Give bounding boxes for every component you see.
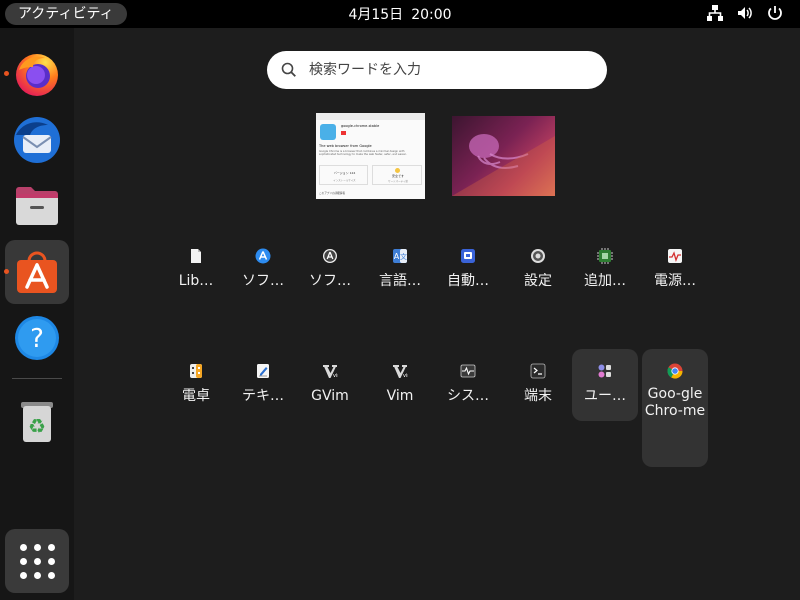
workspace-thumbnail-1[interactable]: google-chrome-stable The web browser fro… [316, 113, 425, 199]
app-software-updater[interactable]: ソフ… [297, 234, 363, 306]
dock-item-files[interactable] [5, 174, 69, 238]
ws-card-2: 安全です サードパーティ製 [372, 165, 422, 185]
dock-item-firefox[interactable] [4, 42, 69, 106]
ws-app-name: google-chrome-stable [341, 124, 380, 128]
app-settings[interactable]: 設定 [505, 234, 571, 306]
app-text-editor[interactable]: テキ… [230, 349, 296, 421]
app-label: Goo-gle Chro-me [644, 386, 706, 419]
svg-text:vim: vim [403, 373, 408, 379]
settings-icon [531, 249, 545, 263]
app-label: 電源… [654, 273, 696, 289]
app-calculator[interactable]: 電卓 [163, 349, 229, 421]
power-stats-icon [668, 249, 682, 263]
ws-app-desc: Google Chrome is a browser that combines… [319, 150, 407, 157]
workspace-thumbnail-2[interactable] [452, 116, 555, 196]
clock-date: 4月15日 [348, 7, 404, 23]
app-folder-utilities[interactable]: ユー… [572, 349, 638, 421]
app-label: ユー… [584, 388, 626, 404]
app-label: 追加… [584, 273, 626, 289]
trash-icon: ♻ [21, 402, 53, 442]
show-apps-icon [19, 543, 27, 551]
app-label: 電卓 [182, 388, 210, 404]
dock-separator [12, 378, 62, 379]
svg-text:文: 文 [400, 252, 407, 261]
ws-footer: このアプリの詳細情報 [319, 192, 345, 195]
app-google-chrome[interactable]: Goo-gle Chro-me [642, 349, 708, 467]
search-input[interactable] [309, 57, 589, 83]
app-startup[interactable]: 自動… [435, 234, 501, 306]
top-bar: アクティビティ 4月15日 20:00 [0, 0, 800, 28]
chrome-app-icon [320, 124, 336, 140]
app-label: ソフ… [242, 273, 284, 289]
app-store-icon [255, 248, 271, 264]
document-icon [191, 249, 201, 263]
app-power-statistics[interactable]: 電源… [642, 234, 708, 306]
app-language[interactable]: A文 言語… [367, 234, 433, 306]
utilities-icon [598, 364, 611, 378]
language-icon: A文 [393, 249, 407, 263]
files-icon [16, 187, 58, 225]
app-software[interactable]: ソフ… [230, 234, 296, 306]
network-icon[interactable] [706, 4, 724, 22]
app-label: 言語… [379, 273, 421, 289]
app-center-icon [17, 251, 57, 293]
svg-text:♻: ♻ [28, 414, 46, 438]
app-label: 自動… [447, 273, 489, 289]
svg-text:?: ? [30, 324, 44, 354]
app-libreoffice[interactable]: Lib… [163, 234, 229, 306]
show-apps-button[interactable] [5, 529, 69, 593]
search-icon [281, 62, 296, 77]
svg-text:A: A [394, 252, 400, 261]
vim-icon: vim [393, 365, 408, 379]
app-gvim[interactable]: vim GVim [297, 349, 363, 421]
calculator-icon [190, 364, 202, 378]
text-editor-icon [257, 364, 269, 378]
ws-app-subtitle: The web browser from Google [319, 144, 372, 148]
ws-card-1: バージョン 124 インストールサイズ [319, 165, 368, 185]
app-label: テキ… [242, 388, 284, 404]
power-icon[interactable] [766, 4, 784, 22]
app-terminal[interactable]: 端末 [505, 349, 571, 421]
app-additional-drivers[interactable]: 追加… [572, 234, 638, 306]
running-indicator [4, 71, 9, 76]
system-tray[interactable] [706, 4, 784, 22]
system-monitor-icon [460, 364, 476, 378]
volume-icon[interactable] [736, 4, 754, 22]
running-indicator [4, 269, 9, 274]
search-bar[interactable] [267, 51, 607, 89]
app-system-monitor[interactable]: シス… [435, 349, 501, 421]
app-label: シス… [447, 388, 489, 404]
drivers-icon [597, 248, 613, 264]
help-icon: ? [15, 316, 59, 360]
jellyfish-wallpaper [452, 134, 555, 196]
chrome-icon [667, 363, 683, 379]
thunderbird-icon [14, 117, 60, 163]
app-vim[interactable]: vim Vim [367, 349, 433, 421]
dock-item-trash[interactable]: ♻ [5, 388, 69, 452]
app-label: ソフ… [309, 273, 351, 289]
dock-item-help[interactable]: ? [5, 306, 69, 370]
app-label: Vim [386, 388, 414, 404]
svg-text:vim: vim [333, 373, 338, 379]
startup-apps-icon [461, 249, 475, 263]
dock: ? ♻ [0, 28, 74, 600]
dock-item-thunderbird[interactable] [5, 108, 69, 172]
software-updater-icon [323, 249, 337, 263]
app-label: GVim [311, 388, 349, 404]
terminal-icon [530, 363, 546, 379]
clock-time: 20:00 [411, 7, 452, 23]
firefox-icon [16, 54, 58, 96]
gvim-icon: vim [323, 365, 338, 379]
app-label: 設定 [524, 273, 552, 289]
dock-item-app-center[interactable] [4, 240, 69, 304]
app-label: 端末 [524, 388, 552, 404]
app-label: Lib… [178, 273, 214, 289]
clock[interactable]: 4月15日 20:00 [0, 0, 800, 30]
